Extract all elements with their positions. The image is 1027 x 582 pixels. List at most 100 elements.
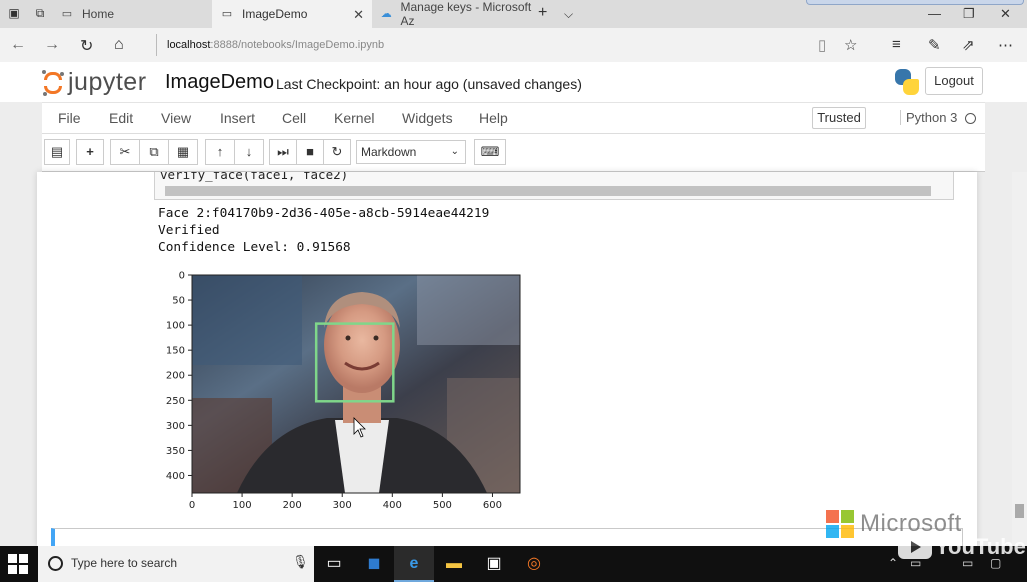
horizontal-scrollbar[interactable] <box>165 186 931 196</box>
x-tick-label: 100 <box>233 500 252 511</box>
file-explorer-icon[interactable]: ▬ <box>434 546 474 582</box>
cortana-icon <box>48 556 63 571</box>
checkpoint-status: Last Checkpoint: an hour ago (unsaved ch… <box>276 76 582 92</box>
new-tab-icon[interactable]: + <box>538 4 547 22</box>
insert-cell-icon[interactable]: + <box>76 139 104 165</box>
x-tick-label: 600 <box>483 500 502 511</box>
tray-chevron-icon[interactable]: ⌃ <box>888 556 898 570</box>
image-plot: 0 100 200 300 400 500 600 0 50 100 150 200 250 300 350… <box>157 258 537 524</box>
x-tick-label: 0 <box>189 500 195 511</box>
copy-icon[interactable]: ⧉ <box>139 139 169 165</box>
url-field[interactable]: localhost:8888/notebooks/ImageDemo.ipynb <box>156 34 806 56</box>
tab-home[interactable]: ▭ Home <box>52 0 212 28</box>
action-center-icon[interactable]: ▢ <box>990 556 1001 570</box>
set-aside-tabs-icon[interactable]: ⧉ <box>32 6 48 20</box>
microphone-icon[interactable]: 🎙 <box>292 554 309 570</box>
move-up-icon[interactable]: ↑ <box>205 139 235 165</box>
search-placeholder: Type here to search <box>71 556 178 570</box>
restart-icon[interactable]: ↻ <box>323 139 351 165</box>
tab-label: Home <box>82 7 115 21</box>
save-icon[interactable]: ▤ <box>44 139 70 165</box>
x-tick-label: 400 <box>383 500 402 511</box>
refresh-icon[interactable]: ↻ <box>80 36 93 56</box>
microsoft-logo-icon <box>826 510 854 538</box>
menu-help[interactable]: Help <box>479 110 508 126</box>
run-icon[interactable]: ⏭ <box>269 139 297 165</box>
kernel-name: Python 3 <box>900 110 957 125</box>
jupyter-page: jupyter ImageDemo Last Checkpoint: an ho… <box>0 62 1027 546</box>
url-host: localhost <box>167 39 211 51</box>
taskbar-search[interactable]: Type here to search 🎙 <box>38 546 314 582</box>
y-tick-label: 200 <box>166 371 185 382</box>
network-icon[interactable]: ▭ <box>910 556 921 570</box>
command-palette-icon[interactable]: ⌨ <box>474 139 506 165</box>
cell-output-text: Face 2:f04170b9-2d36-405e-a8cb-5914eae44… <box>158 205 489 256</box>
menu-file[interactable]: File <box>58 110 81 126</box>
notebook-name[interactable]: ImageDemo <box>165 71 274 94</box>
reading-view-icon[interactable]: ▯ <box>818 36 826 54</box>
task-view-button-icon[interactable]: ▭ <box>314 546 354 582</box>
titlebar-accent <box>806 0 1024 5</box>
menu-widgets[interactable]: Widgets <box>402 110 453 126</box>
output-line: Face 2:f04170b9-2d36-405e-a8cb-5914eae44… <box>158 206 490 221</box>
forward-icon[interactable]: → <box>44 36 60 54</box>
page-icon: ▭ <box>221 8 233 20</box>
y-tick-label: 400 <box>166 471 185 482</box>
y-tick-label: 50 <box>172 296 185 307</box>
page-icon: ▭ <box>61 8 73 20</box>
y-tick-label: 350 <box>166 446 185 457</box>
tab-label: Manage keys - Microsoft Az <box>400 0 532 28</box>
youtube-text: YouTube <box>935 534 1026 559</box>
portrait-photo <box>192 275 520 493</box>
share-icon[interactable]: ⇗ <box>962 36 975 54</box>
menu-cell[interactable]: Cell <box>282 110 306 126</box>
tab-manage-keys[interactable]: ☁ Manage keys - Microsoft Az <box>372 0 532 28</box>
y-tick-label: 100 <box>166 321 185 332</box>
cell-type-select[interactable]: Markdown ⌄ <box>356 140 466 164</box>
restore-icon[interactable]: ❐ <box>963 6 975 22</box>
trusted-badge[interactable]: Trusted <box>812 107 866 129</box>
y-tick-label: 300 <box>166 421 185 432</box>
task-view-icon[interactable]: ▣ <box>6 6 22 20</box>
code-cell-input[interactable]: verify_face(face1, face2) <box>154 172 954 200</box>
jupyter-logo[interactable]: jupyter <box>42 68 147 97</box>
menu-view[interactable]: View <box>161 110 191 126</box>
interrupt-icon[interactable]: ■ <box>296 139 324 165</box>
minimize-icon[interactable]: — <box>928 6 941 21</box>
page-scrollbar[interactable] <box>1012 172 1027 546</box>
browser-tab-strip: ▣ ⧉ ▭ Home ▭ ImageDemo ✕ ☁ Manage keys -… <box>0 0 1027 28</box>
jupyter-logo-icon <box>42 69 64 96</box>
close-tab-icon[interactable]: ✕ <box>353 7 364 23</box>
jupyter-taskbar-icon[interactable]: ◎ <box>514 546 554 582</box>
python-logo-icon <box>893 68 921 96</box>
logout-button[interactable]: Logout <box>925 67 983 95</box>
cell-type-value: Markdown <box>361 145 417 159</box>
windows-taskbar: Type here to search 🎙 ▭ ◼ e ▬ ▣ ◎ YouTub… <box>0 534 1027 582</box>
keyboard-icon[interactable]: ▭ <box>962 556 973 570</box>
web-note-icon[interactable]: ✎ <box>928 36 941 54</box>
y-tick-label: 0 <box>179 271 185 282</box>
home-icon[interactable]: ⌂ <box>114 36 124 54</box>
more-icon[interactable]: ⋯ <box>998 36 1013 54</box>
menu-kernel[interactable]: Kernel <box>334 110 374 126</box>
cut-icon[interactable]: ✂ <box>110 139 140 165</box>
jupyter-header: jupyter ImageDemo Last Checkpoint: an ho… <box>0 62 1027 102</box>
tab-imagedemo[interactable]: ▭ ImageDemo ✕ <box>212 0 372 28</box>
hub-icon[interactable]: ≡ <box>892 36 901 53</box>
address-bar: ← → ↻ ⌂ localhost:8888/notebooks/ImageDe… <box>0 28 1027 62</box>
close-window-icon[interactable]: ✕ <box>1000 6 1011 22</box>
windows-start-icon[interactable] <box>8 554 28 574</box>
scrollbar-thumb[interactable] <box>1015 504 1024 518</box>
tab-label: ImageDemo <box>242 7 308 21</box>
favorite-star-icon[interactable]: ☆ <box>844 36 857 54</box>
move-down-icon[interactable]: ↓ <box>234 139 264 165</box>
outlook-icon[interactable]: ◼ <box>354 546 394 582</box>
tab-preview-chevron-icon[interactable]: ⌵ <box>564 7 573 22</box>
menu-edit[interactable]: Edit <box>109 110 133 126</box>
url-path: :8888/notebooks/ImageDemo.ipynb <box>210 39 385 51</box>
menu-insert[interactable]: Insert <box>220 110 255 126</box>
paste-icon[interactable]: ▦ <box>168 139 198 165</box>
edge-icon[interactable]: e <box>394 546 434 582</box>
store-icon[interactable]: ▣ <box>474 546 514 582</box>
back-icon[interactable]: ← <box>10 36 26 54</box>
